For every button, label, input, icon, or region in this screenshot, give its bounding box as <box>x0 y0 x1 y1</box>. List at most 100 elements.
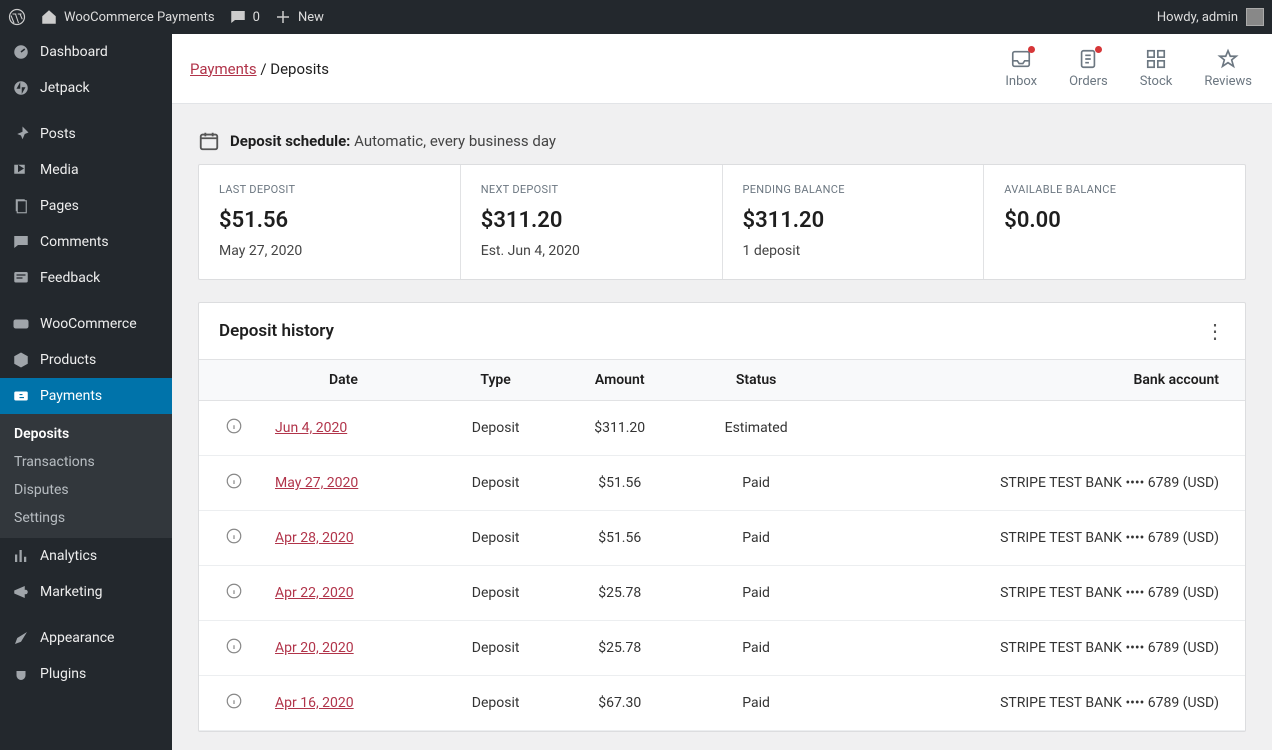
adminbar-site[interactable]: WooCommerce Payments <box>40 8 215 26</box>
row-status: Paid <box>683 511 829 566</box>
sidebar-item-label: Appearance <box>40 630 114 646</box>
sidebar-item-pages[interactable]: Pages <box>0 188 172 224</box>
sidebar-item-label: Products <box>40 352 96 368</box>
row-amount: $51.56 <box>556 511 683 566</box>
breadcrumb: Payments / Deposits <box>190 60 329 78</box>
sidebar-item-appearance[interactable]: Appearance <box>0 620 172 656</box>
notification-dot <box>1028 46 1035 53</box>
row-date: Apr 28, 2020 <box>269 511 435 566</box>
sidebar-item-jetpack[interactable]: Jetpack <box>0 70 172 106</box>
sidebar-item-dashboard[interactable]: Dashboard <box>0 34 172 70</box>
analytics-icon <box>12 547 30 565</box>
row-info[interactable] <box>199 511 269 566</box>
sidebar-item-payments[interactable]: Payments <box>0 378 172 414</box>
adminbar-new[interactable]: New <box>274 8 324 26</box>
media-icon <box>12 161 30 179</box>
row-info[interactable] <box>199 401 269 456</box>
sidebar-item-label: Feedback <box>40 270 100 286</box>
breadcrumb-leaf: Deposits <box>270 60 329 78</box>
summary-cards: LAST DEPOSIT$51.56May 27, 2020NEXT DEPOS… <box>198 164 1246 280</box>
dashboard-icon <box>12 43 30 61</box>
breadcrumb-root[interactable]: Payments <box>190 60 257 78</box>
row-type: Deposit <box>435 676 557 731</box>
submenu-item-settings[interactable]: Settings <box>0 504 172 532</box>
sidebar-item-plugins[interactable]: Plugins <box>0 656 172 692</box>
row-type: Deposit <box>435 456 557 511</box>
sidebar-item-label: Dashboard <box>40 44 108 60</box>
deposit-date-link[interactable]: Apr 22, 2020 <box>275 585 354 601</box>
row-info[interactable] <box>199 676 269 731</box>
adminbar-account[interactable]: Howdy, admin <box>1157 8 1264 26</box>
info-icon <box>225 637 243 655</box>
submenu-item-disputes[interactable]: Disputes <box>0 476 172 504</box>
col-type[interactable]: Type <box>435 360 557 401</box>
deposit-schedule: Deposit schedule: Automatic, every busin… <box>198 130 1246 152</box>
topbar-action-inbox[interactable]: Inbox <box>1005 48 1037 89</box>
marketing-icon <box>12 583 30 601</box>
topbar-action-orders[interactable]: Orders <box>1069 48 1108 89</box>
sidebar-item-posts[interactable]: Posts <box>0 116 172 152</box>
topbar-action-label: Reviews <box>1204 74 1252 89</box>
adminbar-wp-logo[interactable] <box>8 8 26 26</box>
card-value: $51.56 <box>219 208 440 233</box>
info-icon <box>225 582 243 600</box>
sidebar-item-feedback[interactable]: Feedback <box>0 260 172 296</box>
row-bank: STRIPE TEST BANK •••• 6789 (USD) <box>829 566 1245 621</box>
row-amount: $25.78 <box>556 621 683 676</box>
col-date[interactable]: Date <box>269 360 435 401</box>
deposit-date-link[interactable]: Apr 28, 2020 <box>275 530 354 546</box>
sidebar-item-label: Payments <box>40 388 102 404</box>
deposit-date-link[interactable]: Apr 20, 2020 <box>275 640 354 656</box>
adminbar-new-label: New <box>298 10 324 25</box>
reviews-icon <box>1217 48 1239 70</box>
deposit-date-link[interactable]: May 27, 2020 <box>275 475 358 491</box>
avatar <box>1246 8 1264 26</box>
card-value: $311.20 <box>481 208 702 233</box>
comment-icon <box>229 8 247 26</box>
row-status: Paid <box>683 456 829 511</box>
sidebar-item-label: Marketing <box>40 584 103 600</box>
card-label: NEXT DEPOSIT <box>481 183 702 196</box>
col-status[interactable]: Status <box>683 360 829 401</box>
card-value: $0.00 <box>1004 208 1225 233</box>
schedule-label: Deposit schedule: <box>230 132 350 150</box>
col-bank[interactable]: Bank account <box>829 360 1245 401</box>
row-info[interactable] <box>199 621 269 676</box>
row-bank: STRIPE TEST BANK •••• 6789 (USD) <box>829 511 1245 566</box>
panel-menu-button[interactable]: ⋮ <box>1205 321 1225 341</box>
home-icon <box>40 8 58 26</box>
sidebar-item-marketing[interactable]: Marketing <box>0 574 172 610</box>
topbar-action-stock[interactable]: Stock <box>1140 48 1173 89</box>
col-amount[interactable]: Amount <box>556 360 683 401</box>
sidebar-item-analytics[interactable]: Analytics <box>0 538 172 574</box>
topbar-action-reviews[interactable]: Reviews <box>1204 48 1252 89</box>
sidebar-item-products[interactable]: Products <box>0 342 172 378</box>
sidebar-item-label: WooCommerce <box>40 316 137 332</box>
deposit-date-link[interactable]: Jun 4, 2020 <box>275 420 347 436</box>
sidebar-item-comments[interactable]: Comments <box>0 224 172 260</box>
row-info[interactable] <box>199 456 269 511</box>
table-row: Apr 28, 2020Deposit$51.56PaidSTRIPE TEST… <box>199 511 1245 566</box>
submenu-item-deposits[interactable]: Deposits <box>0 420 172 448</box>
adminbar-howdy: Howdy, admin <box>1157 10 1238 25</box>
deposit-history-table: Date Type Amount Status Bank account Jun… <box>199 359 1245 731</box>
submenu-item-transactions[interactable]: Transactions <box>0 448 172 476</box>
sidebar-item-label: Comments <box>40 234 109 250</box>
row-date: Jun 4, 2020 <box>269 401 435 456</box>
adminbar-comments[interactable]: 0 <box>229 8 260 26</box>
summary-card-2: PENDING BALANCE$311.201 deposit <box>723 165 985 279</box>
sidebar-item-media[interactable]: Media <box>0 152 172 188</box>
appearance-icon <box>12 629 30 647</box>
topbar-action-label: Orders <box>1069 74 1108 89</box>
deposit-date-link[interactable]: Apr 16, 2020 <box>275 695 354 711</box>
card-sub: Est. Jun 4, 2020 <box>481 243 702 259</box>
feedback-icon <box>12 269 30 287</box>
admin-sidebar: Dashboard Jetpack Posts Media Pages Comm… <box>0 34 172 750</box>
row-info[interactable] <box>199 566 269 621</box>
row-bank: STRIPE TEST BANK •••• 6789 (USD) <box>829 456 1245 511</box>
summary-card-1: NEXT DEPOSIT $311.20 Est. Jun 4, 2020 <box>461 165 723 279</box>
row-status: Paid <box>683 676 829 731</box>
row-bank: STRIPE TEST BANK •••• 6789 (USD) <box>829 676 1245 731</box>
row-status: Paid <box>683 621 829 676</box>
sidebar-item-woocommerce[interactable]: WooCommerce <box>0 306 172 342</box>
